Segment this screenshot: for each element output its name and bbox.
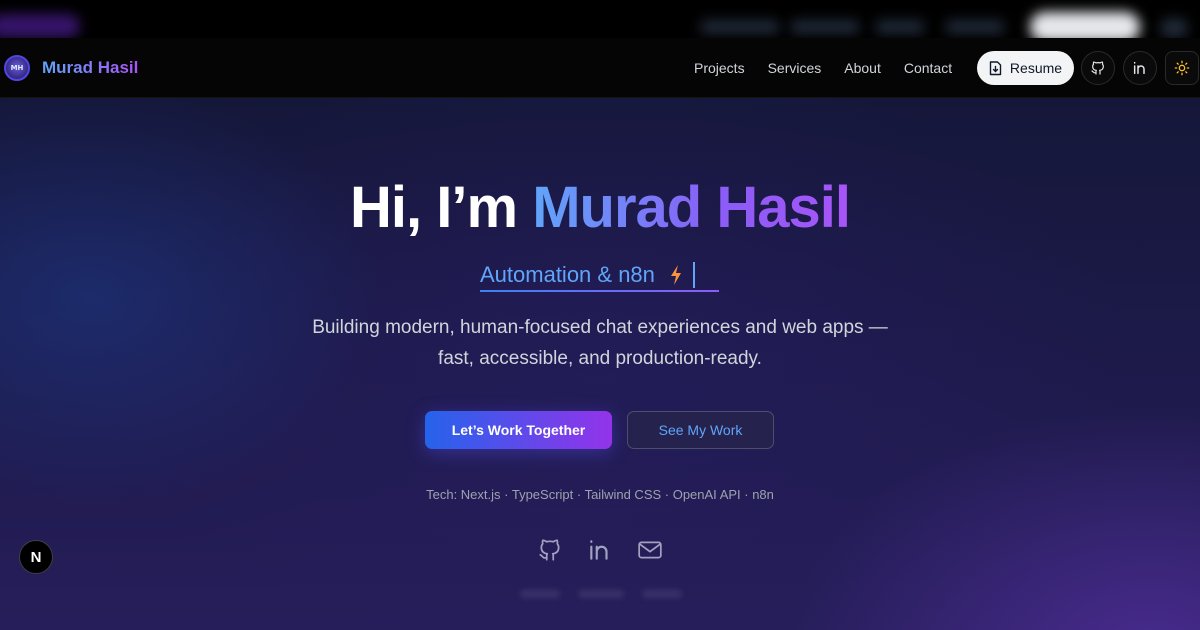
brand-name: Murad Hasil xyxy=(42,57,139,77)
resume-label: Resume xyxy=(1009,60,1063,76)
tech-stack: Tech: Next.js · TypeScript · Tailwind CS… xyxy=(426,487,774,502)
github-icon xyxy=(539,539,560,561)
linkedin-button[interactable] xyxy=(1123,51,1157,85)
brand[interactable]: MH Murad Hasil xyxy=(4,54,139,81)
nav-link-services[interactable]: Services xyxy=(768,60,822,76)
social-links xyxy=(536,536,686,564)
hero-subtitle-line2: fast, accessible, and production-ready. xyxy=(438,348,762,369)
nav-link-projects[interactable]: Projects xyxy=(694,60,745,76)
hero-subtitle-line1: Building modern, human-focused chat expe… xyxy=(312,317,888,338)
file-download-icon xyxy=(989,60,1002,75)
hero-section: Hi, I’m Murad Hasil Automation & n8n Bui… xyxy=(0,98,1200,630)
hero-headline: Hi, I’m Murad Hasil xyxy=(0,174,1200,241)
resume-button[interactable]: Resume xyxy=(977,51,1074,85)
hero-greeting: Hi, I’m xyxy=(350,175,533,240)
hero-subtitle: Building modern, human-focused chat expe… xyxy=(0,312,1200,374)
linkedin-link[interactable] xyxy=(586,536,614,564)
nav-link-about[interactable]: About xyxy=(844,60,881,76)
sun-icon xyxy=(1174,60,1190,76)
typed-underline xyxy=(480,290,719,292)
linkedin-icon xyxy=(1133,61,1145,75)
linkedin-icon xyxy=(590,540,608,560)
typed-role: Automation & n8n xyxy=(480,258,695,292)
faded-content xyxy=(520,590,700,598)
github-icon xyxy=(1091,61,1104,75)
see-my-work-button[interactable]: See My Work xyxy=(627,411,774,449)
blurred-top-banner xyxy=(0,0,1200,40)
github-button[interactable] xyxy=(1081,51,1115,85)
mail-icon xyxy=(638,541,662,559)
nav-links: Projects Services About Contact xyxy=(694,38,975,98)
lets-work-together-button[interactable]: Let’s Work Together xyxy=(425,411,612,449)
nextjs-dev-badge[interactable]: N xyxy=(19,540,53,574)
email-link[interactable] xyxy=(636,536,664,564)
theme-toggle-button[interactable] xyxy=(1165,51,1199,85)
typed-text: Automation & n8n xyxy=(480,262,655,287)
brand-logo: MH xyxy=(4,54,30,81)
typing-caret xyxy=(692,262,695,288)
navbar: MH Murad Hasil Projects Services About C… xyxy=(0,38,1200,98)
github-link[interactable] xyxy=(536,536,564,564)
hero-name: Murad Hasil xyxy=(532,175,851,240)
lightning-bolt-icon xyxy=(670,265,681,285)
nav-link-contact[interactable]: Contact xyxy=(904,60,952,76)
